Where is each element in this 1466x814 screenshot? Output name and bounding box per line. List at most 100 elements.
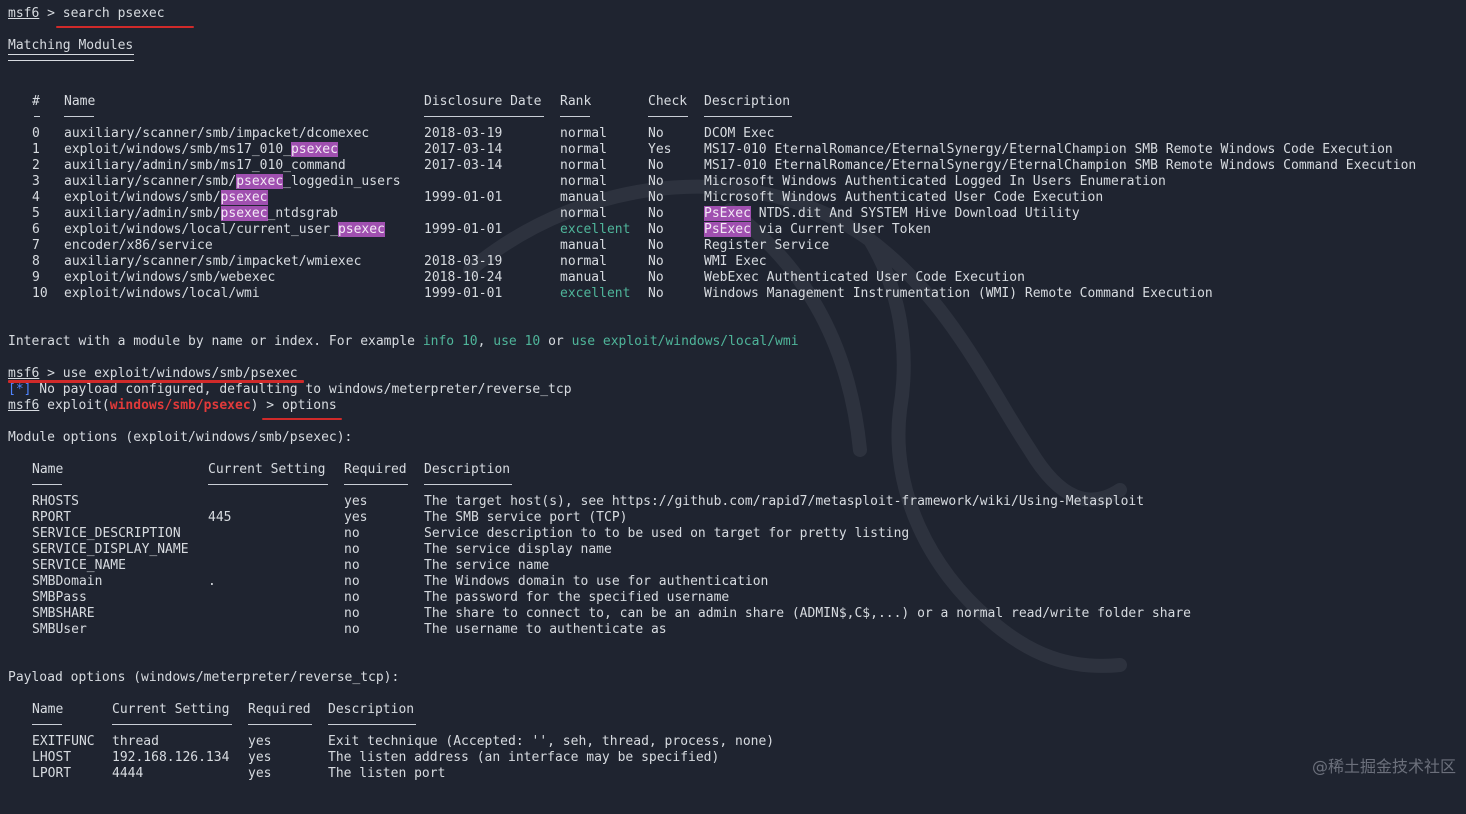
info-marker: [*] xyxy=(8,382,32,397)
option-desc: The service name xyxy=(424,558,550,573)
search-highlight: psexec xyxy=(337,222,385,237)
prompt-label: msf6 xyxy=(8,6,40,21)
option-desc: The username to authenticate as xyxy=(424,622,667,637)
row-index: 2 xyxy=(32,158,40,173)
text-segment: exploit/windows/local/current_user_ xyxy=(64,222,338,237)
table-row: SERVICE_DESCRIPTION no Service description… xyxy=(8,526,1466,542)
table-row: SMBPass no The password for the specified … xyxy=(8,590,1466,606)
table-row: SMBSHARE no The share to connect to, can b… xyxy=(8,606,1466,622)
option-name: LHOST xyxy=(32,750,72,765)
disclosure-date: 2018-03-19 xyxy=(424,126,503,141)
row-index: 7 xyxy=(32,238,40,253)
check: No xyxy=(648,286,664,301)
rank: normal xyxy=(560,142,607,157)
option-desc: The Windows domain to use for authentica… xyxy=(424,574,769,589)
table-row: LHOST 192.168.126.134 yes The listen addres… xyxy=(8,750,1466,766)
search-highlight: PsExec xyxy=(704,222,751,237)
option-required: no xyxy=(344,526,360,541)
option-desc: Exit technique (Accepted: '', seh, threa… xyxy=(328,734,775,749)
table-row: SERVICE_NAME no The service name xyxy=(8,558,1466,574)
description: Register Service xyxy=(704,238,829,254)
table-row: 4 exploit/windows/smb/psexec 1999-01-01 man… xyxy=(8,190,1466,206)
search-highlight: PsExec xyxy=(704,206,751,221)
option-name: SERVICE_NAME xyxy=(32,558,126,573)
table-row: 2 auxiliary/admin/smb/ms17_010_command 201… xyxy=(8,158,1466,174)
matching-title: Matching Modules xyxy=(8,38,134,53)
table-row: 1 exploit/windows/smb/ms17_010_psexec 2017… xyxy=(8,142,1466,158)
module-name: auxiliary/admin/smb/ms17_010_command xyxy=(64,158,346,174)
text-segment: exploit/windows/smb/ms17_010_ xyxy=(64,142,291,157)
text-segment: _loggedin_users xyxy=(283,174,401,189)
text-segment: auxiliary/scanner/smb/impacket/wmiexec xyxy=(64,254,362,269)
table-row: SMBUser no The username to authenticate as xyxy=(8,622,1466,638)
option-required: yes xyxy=(248,734,272,749)
table-row: 5 auxiliary/admin/smb/psexec_ntdsgrab norm… xyxy=(8,206,1466,222)
check: No xyxy=(648,190,664,205)
row-index: 8 xyxy=(32,254,40,269)
text-segment: Microsoft Windows Authenticated Logged I… xyxy=(704,174,1166,189)
option-name: SMBSHARE xyxy=(32,606,95,621)
prompt-line-options: msf6 exploit(windows/smb/psexec) > optio… xyxy=(8,398,1466,420)
payload-options-table: EXITFUNC thread yes Exit technique (Accepte… xyxy=(8,734,1466,782)
check: No xyxy=(648,238,664,253)
text-segment: exploit/windows/local/wmi xyxy=(64,286,260,301)
option-required: no xyxy=(344,558,360,573)
text-segment: encoder/x86/service xyxy=(64,238,213,253)
option-required: yes xyxy=(344,510,368,525)
table-row: EXITFUNC thread yes Exit technique (Accepte… xyxy=(8,734,1466,750)
module-name: exploit/windows/smb/ms17_010_psexec xyxy=(64,142,338,158)
table-row: LPORT 4444 yes The listen port xyxy=(8,766,1466,782)
table-row: 10 exploit/windows/local/wmi 1999-01-01 exc… xyxy=(8,286,1466,302)
text-segment: Windows Management Instrumentation (WMI)… xyxy=(704,286,1213,301)
info-line: [*] No payload configured, defaulting to… xyxy=(8,382,572,397)
option-desc: The service display name xyxy=(424,542,612,557)
text-segment: auxiliary/admin/smb/ms17_010_command xyxy=(64,158,346,173)
option-name: RPORT xyxy=(32,510,72,525)
description: MS17-010 EternalRomance/EternalSynergy/E… xyxy=(704,142,1393,158)
command-text: search psexec xyxy=(62,6,165,21)
rank: manual xyxy=(560,238,607,253)
row-index: 3 xyxy=(32,174,40,189)
option-required: yes xyxy=(344,494,368,509)
row-index: 4 xyxy=(32,190,40,205)
option-required: no xyxy=(344,622,360,637)
option-desc: Service description to to be used on tar… xyxy=(424,526,910,541)
module-name: auxiliary/scanner/smb/psexec_loggedin_us… xyxy=(64,174,401,190)
table-row: RHOSTS yes The target host(s), see https:/… xyxy=(8,494,1466,510)
option-setting: 4444 xyxy=(112,766,144,781)
option-desc: The share to connect to, can be an admin… xyxy=(424,606,1192,621)
text-segment: exploit/windows/smb/webexec xyxy=(64,270,276,285)
table-row: SMBDomain. no The Windows domain to use fo… xyxy=(8,574,1466,590)
check: No xyxy=(648,270,664,285)
table-row: SERVICE_DISPLAY_NAME no The service displa… xyxy=(8,542,1466,558)
option-setting: thread xyxy=(112,734,159,749)
option-required: yes xyxy=(248,750,272,765)
check: Yes xyxy=(648,142,672,157)
module-name: exploit/windows/local/wmi xyxy=(64,286,260,302)
row-index: 5 xyxy=(32,206,40,221)
row-index: 0 xyxy=(32,126,40,141)
option-required: no xyxy=(344,542,360,557)
terminal[interactable]: msf6 > search psexec Matching Modules # … xyxy=(8,6,1466,785)
description: PsExec via Current User Token xyxy=(704,222,931,238)
prompt-line-use: msf6 > use exploit/windows/smb/psexec xyxy=(8,366,1466,383)
disclosure-date: 2017-03-14 xyxy=(424,142,503,157)
text-segment: Register Service xyxy=(704,238,830,253)
row-index: 10 xyxy=(32,286,48,301)
row-index: 9 xyxy=(32,270,40,285)
option-desc: The listen port xyxy=(328,766,446,781)
module-name: auxiliary/admin/smb/psexec_ntdsgrab xyxy=(64,206,338,222)
text-segment: auxiliary/admin/smb/ xyxy=(64,206,221,221)
description: PsExec NTDS.dit And SYSTEM Hive Download… xyxy=(704,206,1080,222)
description: WebExec Authenticated User Code Executio… xyxy=(704,270,1025,286)
description: Microsoft Windows Authenticated User Cod… xyxy=(704,190,1103,206)
option-required: no xyxy=(344,574,360,589)
module-name: auxiliary/scanner/smb/impacket/wmiexec xyxy=(64,254,361,270)
description: WMI Exec xyxy=(704,254,767,270)
text-segment: auxiliary/scanner/smb/impacket/dcomexec xyxy=(64,126,370,141)
search-highlight: psexec xyxy=(220,190,268,205)
text-segment: MS17-010 EternalRomance/EternalSynergy/E… xyxy=(704,142,1393,157)
text-segment: Microsoft Windows Authenticated User Cod… xyxy=(704,190,1104,205)
check: No xyxy=(648,254,664,269)
module-name: exploit/windows/smb/psexec xyxy=(64,190,268,206)
